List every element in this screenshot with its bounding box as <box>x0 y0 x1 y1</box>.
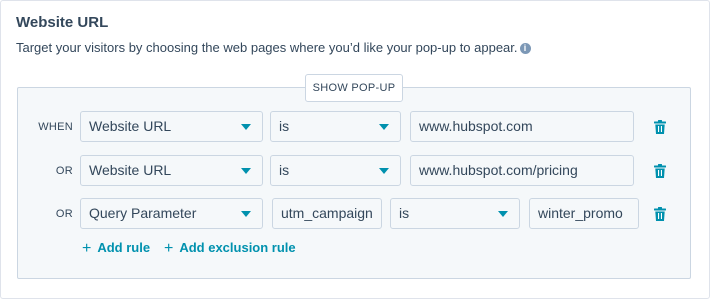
rule-prefix-when: WHEN <box>38 121 73 133</box>
trash-icon[interactable] <box>654 207 666 221</box>
add-rule-label: Add rule <box>97 240 151 255</box>
info-icon[interactable]: i <box>519 43 531 54</box>
description-text: Target your visitors by choosing the web… <box>16 40 518 55</box>
add-exclusion-label: Add exclusion rule <box>179 240 296 255</box>
caret-down-icon <box>241 168 251 174</box>
section-title: Website URL <box>16 14 109 31</box>
property-select-value: Query Parameter <box>89 205 197 221</box>
operator-select[interactable]: is <box>270 155 401 186</box>
operator-select-value: is <box>399 205 410 221</box>
property-select[interactable]: Website URL <box>80 155 263 186</box>
add-rule-link[interactable]: + Add rule <box>82 240 150 258</box>
show-popup-tab: SHOW POP-UP <box>305 74 403 102</box>
property-select-value: Website URL <box>89 162 172 178</box>
caret-down-icon <box>241 211 251 217</box>
parameter-value-input[interactable]: winter_promo <box>529 198 639 229</box>
property-select[interactable]: Query Parameter <box>80 198 263 229</box>
add-exclusion-rule-link[interactable]: + Add exclusion rule <box>164 240 296 258</box>
parameter-name-input[interactable]: utm_campaign <box>272 198 382 229</box>
plus-icon: + <box>82 240 92 257</box>
operator-select[interactable]: is <box>270 111 401 142</box>
operator-select[interactable]: is <box>390 198 520 229</box>
trash-icon[interactable] <box>654 164 666 178</box>
plus-icon: + <box>164 240 174 257</box>
rule-prefix-or: OR <box>55 165 73 177</box>
operator-select-value: is <box>279 118 290 134</box>
caret-down-icon <box>241 124 251 130</box>
caret-down-icon <box>379 124 389 130</box>
rule-prefix-or: OR <box>55 208 73 220</box>
url-value-input[interactable]: www.hubspot.com/pricing <box>410 155 634 186</box>
caret-down-icon <box>498 211 508 217</box>
url-value-input[interactable]: www.hubspot.com <box>410 111 634 142</box>
operator-select-value: is <box>279 162 290 178</box>
property-select-value: Website URL <box>89 118 172 134</box>
property-select[interactable]: Website URL <box>80 111 263 142</box>
caret-down-icon <box>379 168 389 174</box>
trash-icon[interactable] <box>654 120 666 134</box>
section-description: Target your visitors by choosing the web… <box>16 40 531 55</box>
